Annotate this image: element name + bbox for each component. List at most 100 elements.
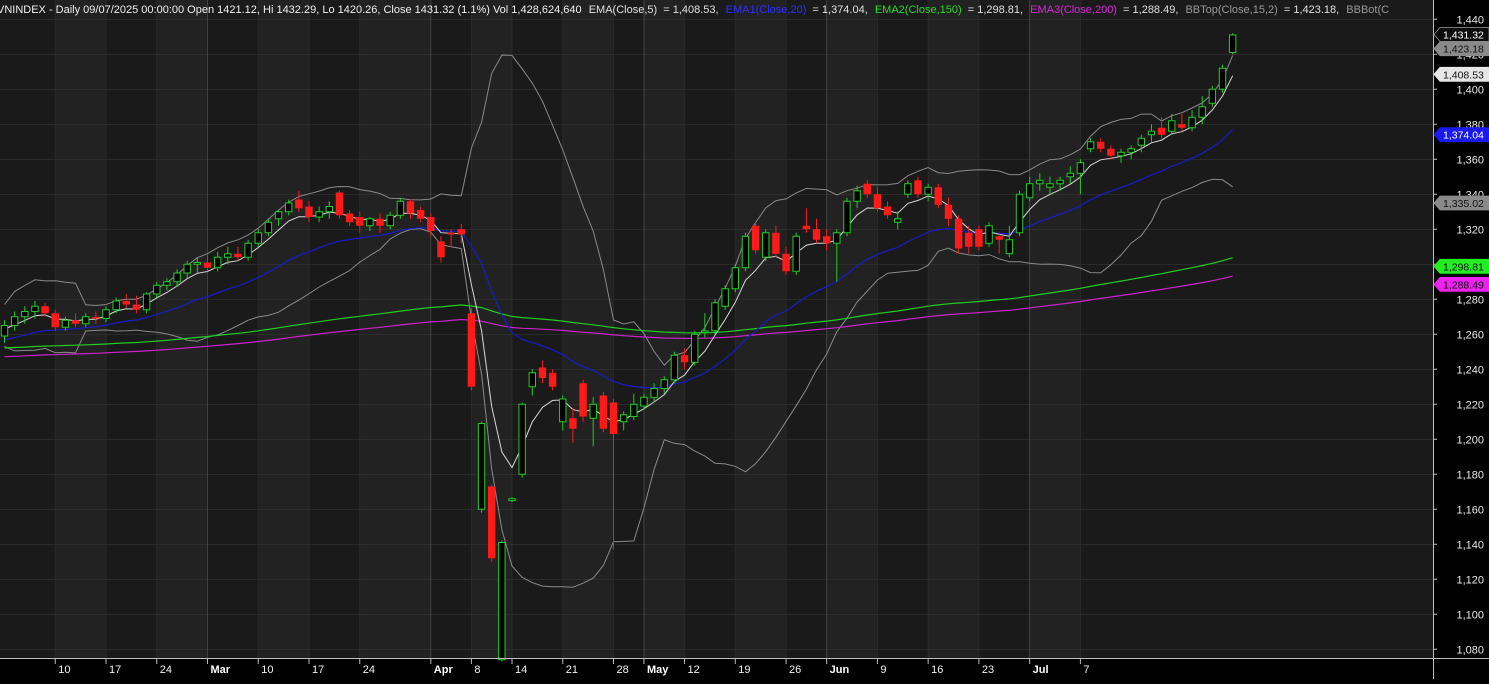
candle-body-up	[731, 267, 739, 290]
candle-body-up	[183, 263, 191, 274]
candle-body-up	[274, 211, 283, 220]
x-tick-label: 12	[688, 664, 700, 676]
candle-body-up	[1137, 137, 1145, 146]
price-tag-label: 1,288.49	[1443, 279, 1484, 291]
candle-body-up	[1056, 179, 1064, 185]
candle-body-up	[386, 214, 394, 227]
price-chart[interactable]: 1,080 1,100 1,120 1,140 1,160 1,180 1,200 1,220…	[0, 0, 1489, 679]
candle-body-down	[427, 217, 435, 231]
candle-body-up	[589, 403, 597, 419]
price-tag-bbtop: 1,423.18	[1433, 41, 1489, 57]
x-tick-label: Jul	[1033, 664, 1049, 676]
candle-body-down	[234, 253, 242, 258]
candle-body-down	[812, 229, 821, 240]
x-tick-label: 17	[109, 664, 121, 676]
candle-body-down	[132, 304, 141, 310]
candle-body-up	[477, 423, 486, 510]
price-tag-label: 1,408.53	[1443, 69, 1484, 81]
legend-ema3-value: = 1,288.49,	[1123, 4, 1178, 16]
x-tick-label: 28	[617, 664, 629, 676]
candle-body-up	[254, 232, 262, 244]
candle-body-down	[822, 236, 831, 244]
candle-body-down	[203, 262, 212, 268]
price-tag-label: 1,431.32	[1443, 29, 1484, 41]
candle-body-up	[315, 211, 323, 218]
legend-bbtop-label: BBTop(Close,15,2)	[1185, 4, 1277, 16]
candle-body-down	[1097, 141, 1105, 149]
candle-body-up	[670, 354, 679, 381]
price-tag-ema1: 1,374.04	[1433, 127, 1489, 143]
candle-body-up	[1198, 106, 1206, 118]
candle-body-up	[10, 316, 19, 326]
candle-body-down	[569, 418, 577, 429]
candle-body-up	[31, 305, 39, 312]
candle-body-up	[528, 372, 536, 388]
candle-body-down	[437, 241, 445, 258]
week-band	[1080, 0, 1433, 658]
candle-body-down	[782, 253, 790, 272]
week-band	[643, 0, 685, 658]
candle-body-up	[173, 272, 181, 283]
indicator-legend: VNINDEX - Daily 09/07/2025 00:00:00 Open…	[0, 4, 1389, 16]
legend-ema3-label: EMA3(Close,200)	[1030, 4, 1117, 16]
candle-body-up	[843, 200, 851, 234]
candle-body-down	[965, 232, 973, 247]
chart-window[interactable]: 1,080 1,100 1,120 1,140 1,160 1,180 1,200 1,220…	[0, 0, 1489, 679]
candle-body-up	[1076, 162, 1085, 174]
candle-body-up	[1127, 148, 1135, 153]
week-band	[309, 0, 360, 658]
candle-body-down	[538, 367, 547, 378]
y-tick-label: 1,100	[1456, 609, 1484, 621]
week-band	[877, 0, 929, 658]
x-tick-label: 21	[566, 664, 578, 676]
legend-ema-label: EMA(Close,5)	[589, 4, 657, 16]
week-band	[928, 0, 979, 658]
price-tag-ema2: 1,298.81	[1433, 258, 1489, 274]
candle-body-up	[853, 190, 861, 202]
candle-body-up	[1208, 88, 1217, 104]
candle-body-up	[650, 388, 658, 398]
candle-body-up	[0, 325, 9, 337]
candle-body-up	[741, 235, 750, 269]
candle-body-down	[345, 213, 354, 223]
legend-ema2-value: = 1,298.81,	[968, 4, 1023, 16]
week-band	[430, 0, 472, 658]
candle-body-down	[1157, 127, 1166, 135]
candle-body-up	[630, 403, 638, 417]
candle-body-down	[1178, 124, 1186, 128]
candle-body-up	[1015, 193, 1024, 234]
x-tick-label: 7	[1083, 664, 1089, 676]
candle-body-up	[325, 206, 334, 213]
candle-body-down	[356, 217, 364, 226]
candle-body-down	[599, 395, 608, 429]
y-tick-label: 1,200	[1456, 434, 1484, 446]
candle-body-down	[863, 183, 871, 195]
week-band	[207, 0, 259, 658]
week-band	[0, 0, 56, 658]
candle-body-down	[751, 225, 760, 251]
candle-body-down	[772, 232, 780, 254]
price-tag-label: 1,335.02	[1443, 198, 1484, 210]
legend-ema1-value: = 1,374.04,	[812, 4, 867, 16]
y-tick-label: 1,260	[1456, 329, 1484, 341]
candle-body-up	[711, 302, 719, 332]
week-band	[258, 0, 309, 658]
candle-body-up	[213, 256, 222, 269]
candle-body-up	[396, 200, 405, 216]
candle-body-up	[244, 242, 252, 258]
candle-body-up	[498, 542, 506, 661]
candle-body-down	[1107, 148, 1115, 156]
price-tag-label: 1,374.04	[1443, 130, 1484, 142]
candle-body-up	[1228, 34, 1237, 53]
candle-body-down	[122, 301, 130, 305]
candle-body-up	[559, 398, 567, 423]
x-tick-label: 16	[931, 664, 943, 676]
candle-body-up	[721, 288, 729, 307]
legend-bbtop-value: = 1,423.18,	[1284, 4, 1339, 16]
candle-body-down	[680, 355, 689, 363]
legend-ema1-label: EMA1(Close,20)	[726, 4, 807, 16]
price-tag-ema: 1,408.53	[1433, 66, 1489, 82]
candle-body-up	[224, 253, 232, 258]
candle-body-down	[944, 204, 953, 219]
price-tag-label: 1,423.18	[1443, 44, 1484, 56]
